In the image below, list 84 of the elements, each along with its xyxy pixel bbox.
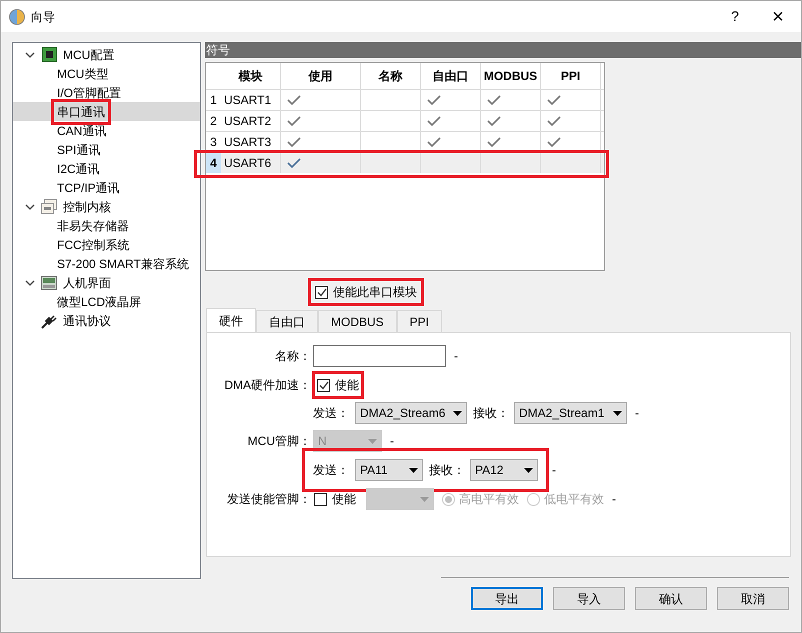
checkmark-icon [427, 115, 441, 127]
chip-icon [42, 47, 56, 62]
dash-text: - [612, 491, 616, 508]
checkmark-icon [487, 115, 501, 127]
table-cell: USART6 [221, 153, 281, 173]
expanded-chevron-icon[interactable] [25, 204, 35, 210]
name-input-field[interactable] [313, 345, 446, 367]
table-cell: USART3 [221, 132, 281, 152]
caret-icon [368, 438, 377, 444]
module-icon [41, 199, 57, 214]
tree-item[interactable]: S7-200 SMART兼容系统 [55, 254, 191, 272]
checkbox[interactable] [315, 286, 328, 298]
tree-item[interactable]: 非易失存储器 [55, 216, 131, 234]
checkmark-icon [547, 136, 561, 148]
caret-icon [613, 410, 622, 416]
checkbox-label[interactable]: 使能 [335, 376, 359, 394]
dialog-button[interactable]: 取消 [717, 587, 789, 610]
field-label: 发送： [313, 462, 349, 479]
tree-item[interactable]: SPI通讯 [55, 140, 102, 158]
checkmark-icon [287, 94, 301, 106]
dash-text: - [454, 348, 458, 365]
checkmark-icon [547, 94, 561, 106]
tab[interactable]: 自由口 [256, 310, 318, 332]
dropdown[interactable]: DMA2_Stream6 [355, 402, 467, 424]
table-row[interactable]: 1 USART1 [206, 89, 604, 110]
field-label: 接收： [429, 462, 465, 479]
caret-icon [524, 468, 533, 472]
caret-icon [409, 468, 418, 472]
checkmark-icon [427, 136, 441, 148]
field-label: 名称： [274, 348, 311, 365]
tree-item[interactable]: 控制内核 [13, 197, 200, 216]
checkbox-label[interactable]: 使能 [332, 490, 356, 508]
display-icon [41, 276, 57, 290]
panel-header: 符号 [205, 42, 801, 58]
app-icon [9, 8, 25, 24]
table-row[interactable]: 2 USART2 [206, 110, 604, 131]
checkmark-icon [427, 94, 441, 106]
tree-item[interactable]: I/O管脚配置 [55, 84, 124, 102]
plug-icon [41, 312, 57, 328]
checkmark-icon [487, 136, 501, 148]
checkmark-icon [547, 115, 561, 127]
dialog-button[interactable]: 确认 [635, 587, 707, 610]
tab[interactable]: MODBUS [318, 310, 397, 332]
checkmark-icon [287, 157, 301, 169]
dash-text: - [390, 433, 394, 450]
dash-text: - [552, 462, 556, 479]
row-number: 4 [206, 153, 221, 173]
table-row[interactable]: 3 USART3 [206, 131, 604, 152]
expanded-chevron-icon[interactable] [25, 52, 35, 58]
help-button[interactable]: ? [715, 6, 755, 27]
expanded-chevron-icon[interactable] [25, 280, 35, 286]
field-label: DMA硬件加速： [223, 377, 311, 394]
checkmark-icon [287, 136, 301, 148]
dropdown[interactable]: PA12 [470, 459, 538, 481]
dropdown[interactable]: DMA2_Stream1 [514, 402, 627, 424]
window-title: 向导 [31, 8, 55, 26]
tree-item[interactable]: 通讯协议 [13, 311, 200, 330]
checkmark-icon [487, 94, 501, 106]
tree-item[interactable]: TCP/IP通讯 [55, 178, 122, 196]
field-label: MCU管脚： [246, 433, 311, 450]
tree-item[interactable]: I2C通讯 [55, 160, 102, 178]
tree-item[interactable]: 微型LCD液晶屏 [55, 292, 144, 310]
caret-icon [420, 496, 429, 502]
close-button[interactable]: × [755, 6, 801, 26]
dialog-button[interactable]: 导出 [471, 587, 543, 610]
checkbox[interactable] [314, 492, 327, 506]
caret-icon [453, 410, 462, 416]
table-row[interactable]: 4 USART6 [206, 152, 604, 173]
checkmark-icon [287, 115, 301, 127]
field-label: 发送使能管脚： [226, 491, 311, 508]
dash-text: - [635, 405, 639, 422]
tree-item[interactable]: FCC控制系统 [55, 236, 132, 254]
tree-item[interactable]: 人机界面 [13, 273, 200, 292]
dialog-button[interactable]: 导入 [553, 587, 625, 610]
field-label: 接收： [473, 405, 509, 422]
tab[interactable]: 硬件 [206, 308, 256, 332]
checkbox[interactable] [317, 378, 330, 392]
field-label: 发送： [313, 405, 349, 422]
dropdown[interactable]: PA11 [355, 459, 423, 481]
tree-item[interactable]: MCU类型 [55, 64, 110, 82]
tree-item[interactable]: MCU配置 [13, 45, 200, 64]
tree-item[interactable]: CAN通讯 [55, 122, 108, 140]
tab[interactable]: PPI [396, 310, 442, 332]
checkbox-label[interactable]: 使能此串口模块 [333, 283, 417, 301]
